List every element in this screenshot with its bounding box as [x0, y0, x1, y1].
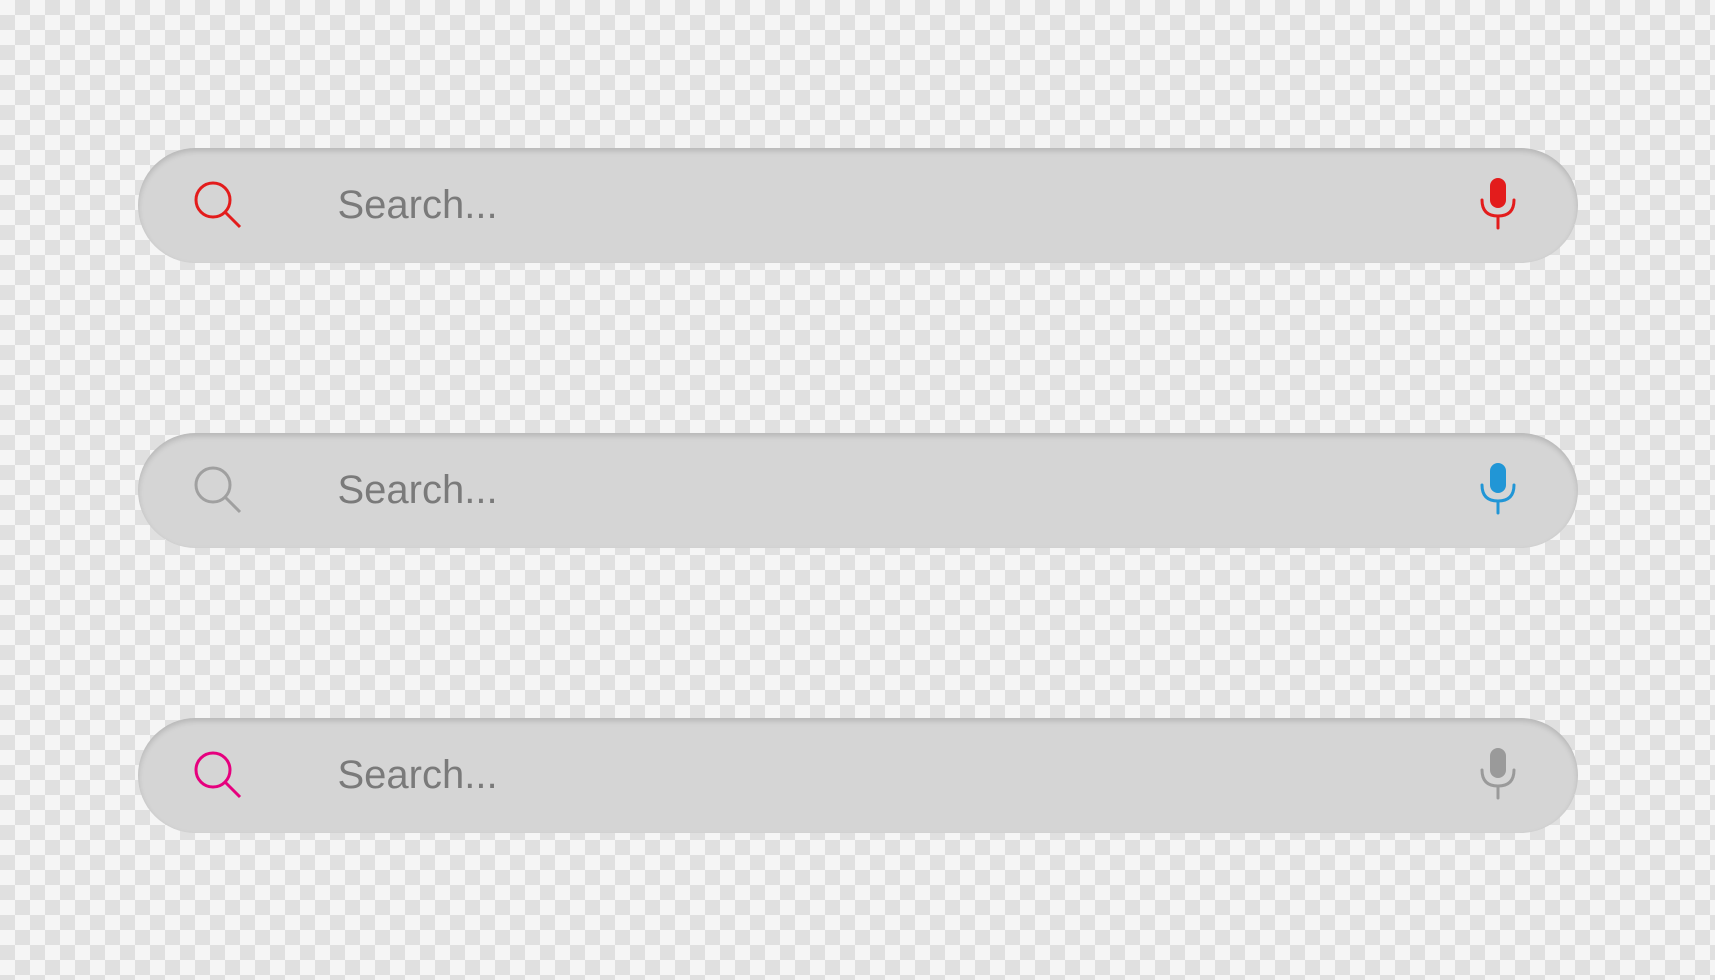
- search-input[interactable]: [338, 183, 1468, 228]
- voice-search-button[interactable]: [1468, 175, 1528, 235]
- search-bar-1: [138, 148, 1578, 263]
- search-input[interactable]: [338, 468, 1468, 513]
- search-input[interactable]: [338, 753, 1468, 798]
- search-icon: [188, 460, 248, 520]
- voice-search-button[interactable]: [1468, 460, 1528, 520]
- search-icon: [188, 175, 248, 235]
- search-bar-3: [138, 718, 1578, 833]
- voice-search-button[interactable]: [1468, 745, 1528, 805]
- microphone-icon: [1476, 746, 1520, 805]
- microphone-icon: [1476, 176, 1520, 235]
- microphone-icon: [1476, 461, 1520, 520]
- search-icon: [188, 745, 248, 805]
- search-bar-2: [138, 433, 1578, 548]
